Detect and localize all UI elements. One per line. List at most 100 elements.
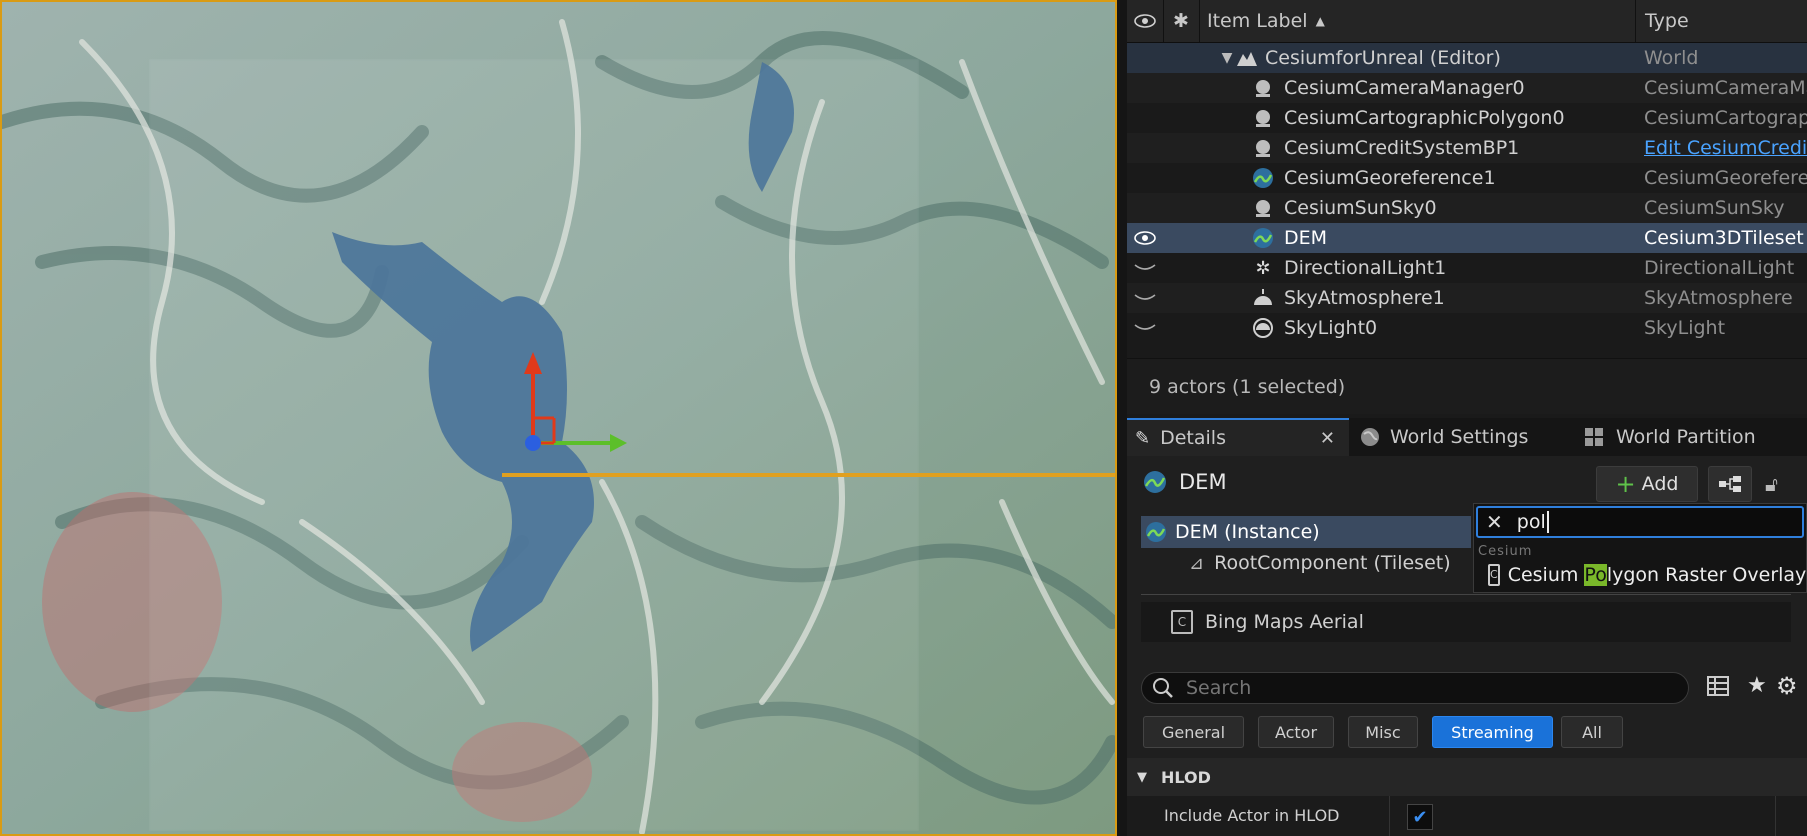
actor-icon [1251, 76, 1275, 100]
panel-tabs: ✎ Details ✕ World Settings World Partiti… [1127, 418, 1807, 456]
cesium-icon [1146, 522, 1166, 542]
section-hlod-header[interactable]: ▼ HLOD [1127, 758, 1807, 796]
search-icon [1153, 678, 1173, 698]
scene-component-icon: ⊿ [1189, 552, 1205, 574]
row-label: SkyAtmosphere1 [1284, 287, 1445, 309]
item-label-header: Item Label [1207, 10, 1308, 32]
edit-blueprint-link[interactable]: Edit CesiumCredit [1644, 137, 1807, 159]
add-component-button[interactable]: + Add [1596, 466, 1698, 502]
row-label: DEM [1284, 227, 1328, 249]
settings-gear-icon[interactable]: ⚙ [1776, 672, 1798, 700]
hidden-eye-icon[interactable] [1127, 253, 1163, 283]
editor-side-panel: ✱ Item Label ▲ Type ▼ CesiumforUnreal (E… [1127, 0, 1807, 836]
filter-actor[interactable]: Actor [1258, 716, 1334, 748]
details-search[interactable] [1141, 672, 1689, 704]
outliner-row[interactable]: SkyLight0 SkyLight [1127, 313, 1807, 343]
plus-icon: + [1615, 470, 1636, 498]
hidden-eye-icon[interactable] [1127, 313, 1163, 343]
tab-label: World Settings [1390, 426, 1529, 448]
filter-label: All [1582, 722, 1602, 742]
row-type: DirectionalLight [1644, 257, 1795, 279]
cesium-icon [1251, 226, 1275, 250]
tab-world-settings[interactable]: World Settings [1360, 418, 1528, 456]
tab-world-partition[interactable]: World Partition [1584, 418, 1756, 456]
outliner-header: ✱ Item Label ▲ Type [1127, 0, 1807, 43]
visibility-column-icon[interactable] [1127, 0, 1164, 42]
table-view-icon[interactable] [1707, 676, 1729, 700]
row-type: Cesium3DTileset [1644, 227, 1804, 249]
row-label: CesiumCartographicPolygon0 [1284, 107, 1565, 129]
visibility-eye-icon[interactable] [1127, 223, 1163, 253]
row-label: CesiumGeoreference1 [1284, 167, 1496, 189]
outliner-row[interactable]: SkyAtmosphere1 SkyAtmosphere [1127, 283, 1807, 313]
row-label: CesiumCameraManager0 [1284, 77, 1525, 99]
item-label-column[interactable]: Item Label ▲ [1207, 0, 1325, 42]
clear-search-icon[interactable]: ✕ [1486, 510, 1503, 534]
class-icon: C [1171, 610, 1193, 634]
outliner-row-selected[interactable]: DEM Cesium3DTileset [1127, 223, 1807, 253]
terrain-view [2, 2, 1115, 834]
row-label: CesiumCreditSystemBP1 [1284, 137, 1520, 159]
sun-icon: ✲ [1255, 257, 1271, 279]
component-label: DEM (Instance) [1175, 521, 1320, 543]
row-type: World [1644, 47, 1699, 69]
world-icon [1235, 46, 1259, 70]
filter-streaming[interactable]: Streaming [1432, 716, 1553, 748]
tab-label: Details [1160, 427, 1226, 449]
filter-all[interactable]: All [1561, 716, 1623, 748]
divider [1775, 796, 1776, 836]
outliner-row[interactable]: CesiumGeoreference1 CesiumGeoreferen [1127, 163, 1807, 193]
outliner-status: 9 actors (1 selected) [1127, 358, 1807, 414]
hidden-eye-icon[interactable] [1127, 283, 1163, 313]
sort-ascending-icon: ▲ [1315, 14, 1325, 28]
cesium-icon [1144, 471, 1166, 493]
skylight-icon [1251, 316, 1275, 340]
row-type: CesiumGeoreferen [1644, 167, 1807, 189]
level-viewport[interactable] [0, 0, 1117, 836]
search-input[interactable] [1184, 676, 1668, 700]
outliner-row[interactable]: CesiumCameraManager0 CesiumCameraMa [1127, 73, 1807, 103]
result-prefix: Cesium [1507, 564, 1585, 586]
component-root-row[interactable]: ⊿ RootComponent (Tileset) [1189, 552, 1451, 574]
close-tab-icon[interactable]: ✕ [1320, 428, 1335, 449]
type-header: Type [1645, 10, 1689, 32]
outliner-row[interactable]: ✲ DirectionalLight1 DirectionalLight [1127, 253, 1807, 283]
actor-icon [1251, 136, 1275, 160]
divider [1141, 594, 1791, 595]
pencil-icon: ✎ [1135, 427, 1151, 449]
component-search-box[interactable]: ✕ pol [1476, 506, 1804, 538]
row-type: SkyAtmosphere [1644, 287, 1793, 309]
component-raster-row[interactable]: C Bing Maps Aerial [1141, 602, 1791, 642]
filter-label: Misc [1365, 722, 1401, 742]
filter-label: General [1161, 722, 1226, 742]
include-hlod-checkbox[interactable]: ✔ [1407, 804, 1433, 830]
filter-misc[interactable]: Misc [1348, 716, 1418, 748]
type-column[interactable]: Type [1635, 0, 1807, 42]
divider [1389, 796, 1390, 836]
add-label: Add [1641, 473, 1679, 495]
component-instance-row[interactable]: DEM (Instance) [1141, 516, 1471, 548]
filter-general[interactable]: General [1143, 716, 1244, 748]
lock-icon[interactable]: 🔓︎ [1765, 472, 1778, 496]
component-search-input[interactable]: pol [1517, 511, 1549, 533]
row-type: SkyLight [1644, 317, 1726, 339]
outliner-row[interactable]: CesiumSunSky0 CesiumSunSky [1127, 193, 1807, 223]
globe-icon [1361, 428, 1379, 446]
blueprint-button[interactable] [1708, 466, 1752, 502]
class-icon: C [1488, 564, 1500, 586]
outliner-row[interactable]: CesiumCartographicPolygon0 CesiumCartogr… [1127, 103, 1807, 133]
outliner-row[interactable]: CesiumCreditSystemBP1 Edit CesiumCredit [1127, 133, 1807, 163]
tab-label: World Partition [1616, 426, 1756, 448]
tab-details[interactable]: ✎ Details ✕ [1127, 418, 1349, 456]
filter-label: Actor [1274, 722, 1318, 742]
outliner-row-world[interactable]: ▼ CesiumforUnreal (Editor) World [1127, 43, 1807, 73]
result-highlight: Po [1584, 564, 1607, 586]
pin-column-icon[interactable]: ✱ [1163, 0, 1200, 42]
actor-icon [1251, 196, 1275, 220]
component-result-item[interactable]: C Cesium Po lygon Raster Overlay [1476, 560, 1806, 590]
row-label: CesiumSunSky0 [1284, 197, 1437, 219]
grid-icon [1585, 428, 1603, 446]
component-label: RootComponent (Tileset) [1214, 552, 1451, 574]
favorites-star-icon[interactable]: ★ [1747, 673, 1767, 698]
section-title: HLOD [1161, 767, 1211, 787]
